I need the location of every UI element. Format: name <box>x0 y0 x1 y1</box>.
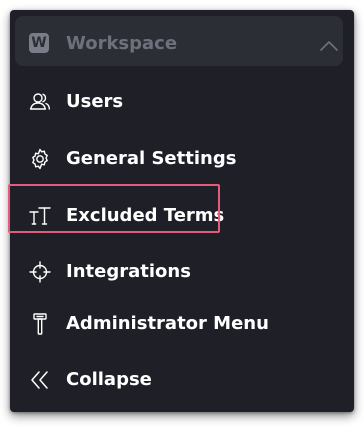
workspace-title: Workspace <box>66 33 178 54</box>
double-chevron-left-icon <box>31 371 48 389</box>
menu-item-users[interactable]: Users <box>15 80 343 124</box>
menu-item-label: Excluded Terms <box>66 205 225 226</box>
text-size-icon <box>29 207 51 225</box>
menu-item-label: General Settings <box>66 148 237 169</box>
chevron-up-icon[interactable] <box>319 40 339 52</box>
hammer-icon <box>33 313 47 335</box>
workspace-header[interactable]: W Workspace <box>15 16 343 66</box>
crosshair-icon <box>29 261 51 283</box>
menu-item-general-settings[interactable]: General Settings <box>15 137 343 181</box>
gear-icon <box>32 148 48 170</box>
menu-item-label: Integrations <box>66 261 191 282</box>
sidebar-menu: W Workspace Users General Settings Exclu… <box>10 10 354 412</box>
menu-item-excluded-terms[interactable]: Excluded Terms <box>15 194 343 238</box>
collapse-button[interactable]: Collapse <box>15 358 343 402</box>
users-icon <box>29 93 50 110</box>
menu-item-integrations[interactable]: Integrations <box>15 250 343 294</box>
menu-item-label: Administrator Menu <box>66 313 269 334</box>
menu-item-administrator-menu[interactable]: Administrator Menu <box>15 302 343 346</box>
menu-item-label: Users <box>66 91 124 112</box>
menu-item-label: Collapse <box>66 369 152 390</box>
workspace-badge-icon: W <box>29 33 49 53</box>
